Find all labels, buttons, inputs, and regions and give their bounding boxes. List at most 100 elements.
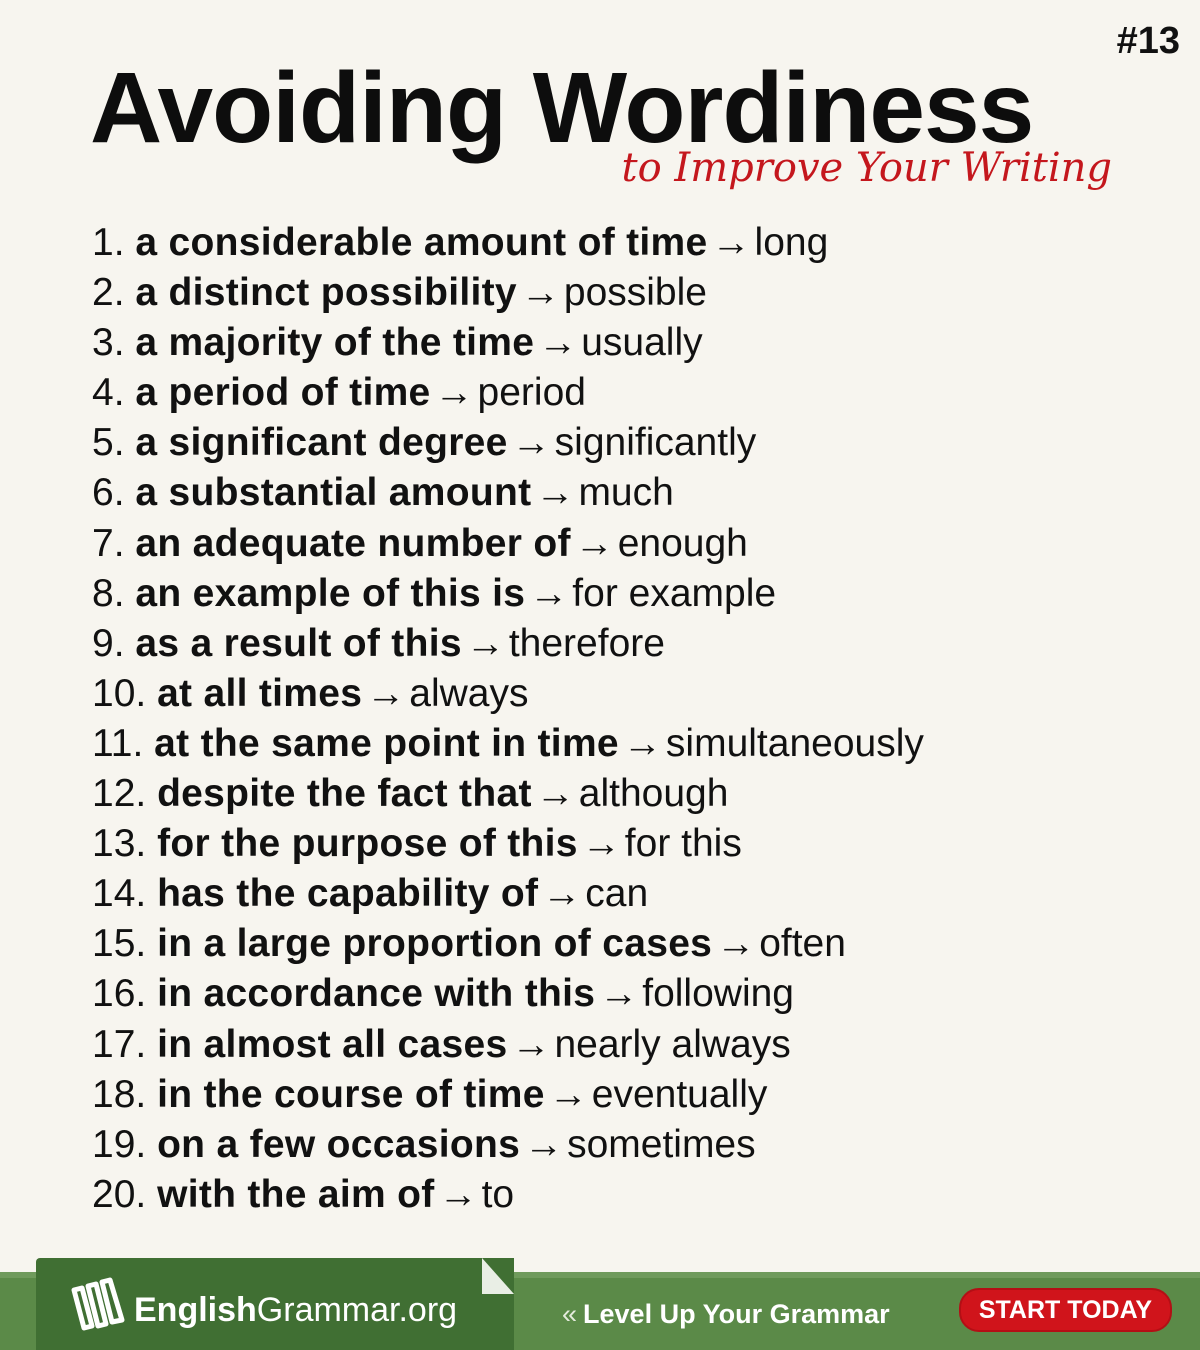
wordy-phrase: a majority of the time [135, 321, 535, 365]
wordy-phrase: a period of time [135, 371, 431, 415]
badge-number: #13 [1116, 20, 1180, 62]
list-item: 12. despite the fact that → although [92, 769, 924, 819]
start-today-button[interactable]: START TODAY [958, 1288, 1172, 1332]
list-item: 11. at the same point in time → simultaneo… [92, 719, 924, 769]
concise-replacement: sometimes [567, 1122, 756, 1166]
arrow-right-icon: → [542, 872, 582, 916]
item-number: 7. [92, 521, 125, 565]
list-item: 6. a substantial amount → much [92, 468, 924, 518]
list-item: 1. a considerable amount of time → long [92, 218, 924, 268]
book-pages-icon [71, 1277, 125, 1331]
arrow-right-icon: → [711, 221, 751, 264]
logo-text-light: Grammar.org [256, 1291, 458, 1329]
wordy-phrase: despite the fact that [157, 772, 532, 816]
wordy-phrase: a substantial amount [135, 471, 532, 515]
wordy-phrase: in accordance with this [157, 972, 596, 1016]
page-subtitle: to Improve Your Writing [621, 145, 1112, 191]
item-number: 15. [92, 922, 147, 966]
list-item: 9. as a result of this → therefore [92, 619, 924, 669]
logo-wordmark[interactable]: EnglishGrammar.org [134, 1291, 457, 1330]
arrow-right-icon: → [438, 1172, 478, 1216]
arrow-right-icon: → [716, 922, 756, 966]
list-item: 19. on a few occasions → sometimes [92, 1120, 924, 1170]
item-number: 18. [92, 1072, 147, 1116]
list-item: 15. in a large proportion of cases → often [92, 919, 924, 969]
arrow-right-icon: → [599, 972, 639, 1016]
list-item: 13. for the purpose of this → for this [92, 819, 924, 869]
concise-replacement: following [642, 972, 794, 1016]
item-number: 2. [92, 271, 125, 315]
wordy-phrase: for the purpose of this [157, 822, 578, 866]
concise-replacement: simultaneously [665, 721, 924, 765]
list-item: 10. at all times → always [92, 669, 924, 719]
item-number: 9. [92, 621, 125, 665]
arrow-right-icon: → [574, 521, 614, 565]
arrow-right-icon: → [622, 721, 662, 765]
wordy-phrase: in a large proportion of cases [157, 922, 713, 966]
wordy-phrase: at the same point in time [154, 721, 619, 765]
arrow-right-icon: → [511, 1022, 551, 1066]
item-number: 4. [92, 371, 125, 415]
list-item: 4. a period of time → period [92, 368, 924, 418]
arrow-right-icon: → [581, 822, 621, 866]
list-item: 17. in almost all cases → nearly always [92, 1020, 924, 1070]
page-curl-decoration [482, 1258, 514, 1294]
double-chevron-left-icon: « [562, 1299, 578, 1329]
item-number: 14. [92, 872, 147, 916]
item-number: 12. [92, 772, 147, 816]
concise-replacement: for this [624, 822, 742, 866]
arrow-right-icon: → [465, 621, 505, 665]
concise-replacement: significantly [554, 421, 757, 465]
concise-replacement: long [754, 221, 829, 264]
concise-replacement: possible [563, 271, 707, 315]
logo-text-bold: English [134, 1291, 257, 1329]
item-number: 13. [92, 822, 147, 866]
concise-replacement: usually [581, 321, 703, 365]
concise-replacement: can [585, 872, 649, 916]
wordy-phrase: as a result of this [135, 621, 462, 665]
wordy-phrase: a significant degree [135, 421, 508, 465]
concise-replacement: therefore [508, 621, 665, 665]
list-item: 8. an example of this is → for example [92, 569, 924, 619]
list-item: 7. an adequate number of → enough [92, 519, 924, 569]
concise-replacement: always [409, 671, 529, 715]
wordy-phrase: an adequate number of [135, 521, 571, 565]
wordy-phrase: in the course of time [157, 1072, 545, 1116]
item-number: 20. [92, 1172, 147, 1216]
arrow-right-icon: → [535, 772, 575, 816]
arrow-right-icon: → [538, 321, 578, 365]
item-number: 6. [92, 471, 125, 515]
concise-replacement: period [477, 371, 586, 415]
arrow-right-icon: → [524, 1122, 564, 1166]
item-number: 16. [92, 972, 147, 1016]
wordiness-list: 1. a considerable amount of time → long 2. … [92, 218, 924, 1220]
concise-replacement: to [481, 1172, 515, 1216]
arrow-right-icon: → [548, 1072, 588, 1116]
tagline-text: Level Up Your Grammar [583, 1299, 890, 1329]
page-title: Avoiding Wordiness [90, 52, 1034, 164]
list-item: 18. in the course of time → eventually [92, 1070, 924, 1120]
wordy-phrase: has the capability of [157, 872, 539, 916]
concise-replacement: eventually [591, 1072, 768, 1116]
item-number: 3. [92, 321, 125, 365]
arrow-right-icon: → [520, 271, 560, 315]
concise-replacement: often [759, 922, 846, 966]
wordy-phrase: on a few occasions [157, 1122, 521, 1166]
wordy-phrase: a considerable amount of time [135, 221, 708, 264]
list-item: 3. a majority of the time → usually [92, 318, 924, 368]
wordy-phrase: at all times [157, 671, 363, 715]
arrow-right-icon: → [434, 371, 474, 415]
item-number: 11. [92, 721, 144, 765]
wordy-phrase: an example of this is [135, 571, 526, 615]
arrow-right-icon: → [511, 421, 551, 465]
item-number: 10. [92, 671, 147, 715]
concise-replacement: for example [572, 571, 777, 615]
tagline: «Level Up Your Grammar [562, 1299, 890, 1330]
concise-replacement: nearly always [554, 1022, 791, 1066]
item-number: 1. [92, 221, 125, 264]
arrow-right-icon: → [535, 471, 575, 515]
concise-replacement: enough [617, 521, 748, 565]
list-item: 5. a significant degree → significantly [92, 418, 924, 468]
list-item: 14. has the capability of → can [92, 869, 924, 919]
concise-replacement: although [578, 772, 729, 816]
